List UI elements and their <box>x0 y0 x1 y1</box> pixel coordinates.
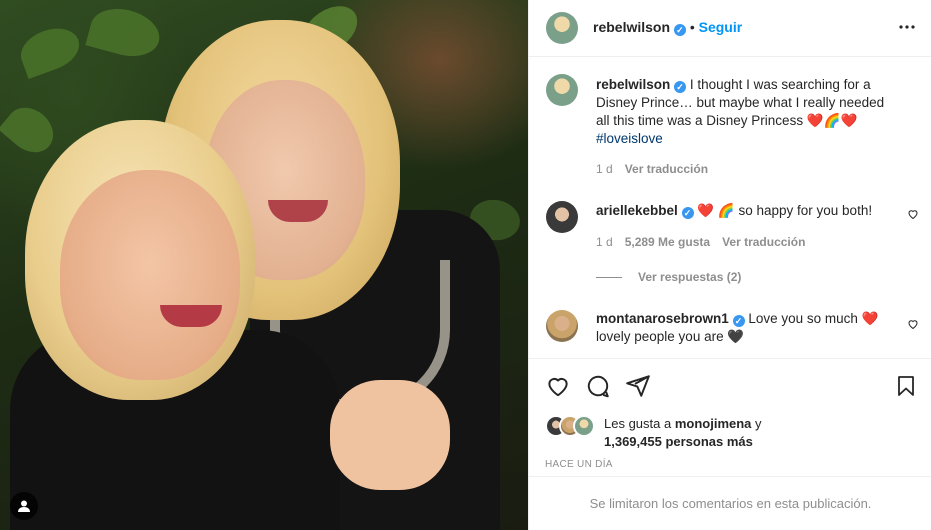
comment-emoji: ❤️ <box>861 311 879 326</box>
likes-summary: Les gusta a monojimena y 1,369,455 perso… <box>604 415 762 451</box>
caption-meta: 1 d Ver traducción <box>596 162 708 176</box>
verified-badge-icon: ✓ <box>673 24 686 36</box>
comment-text: so happy for you both! <box>738 203 873 218</box>
comment-meta: 1 d 5,289 Me gusta Ver traducción <box>596 235 805 249</box>
comment-emojis: ❤️ 🌈 <box>697 203 735 218</box>
comment-emoji: 🖤 <box>727 329 745 344</box>
avatar[interactable] <box>546 74 578 106</box>
post-timestamp[interactable]: HACE UN DÍA <box>545 459 613 470</box>
comments-section: rebelwilson ✓ I thought I was searching … <box>529 58 931 358</box>
liker-avatars[interactable] <box>545 415 603 437</box>
more-options-icon[interactable] <box>898 18 916 39</box>
post-details-panel: rebelwilson ✓ • Seguir rebelwilson ✓ I t… <box>528 0 931 530</box>
comments-limited-notice: Se limitaron los comentarios en esta pub… <box>529 476 931 530</box>
hand <box>330 380 450 490</box>
author-username[interactable]: rebelwilson <box>593 19 670 35</box>
verified-badge-icon: ✓ <box>732 315 745 327</box>
verified-badge-icon: ✓ <box>681 207 694 219</box>
post-photo[interactable] <box>0 0 528 530</box>
comment-like-heart-icon[interactable] <box>907 208 919 223</box>
comment-text: lovely people you are <box>596 329 724 344</box>
replies-divider <box>596 276 622 278</box>
caption: rebelwilson ✓ I thought I was searching … <box>596 76 896 148</box>
foliage <box>85 1 165 64</box>
hashtag-link[interactable]: #loveislove <box>596 131 663 146</box>
view-replies[interactable]: Ver respuestas (2) <box>596 270 741 284</box>
likes-count[interactable]: 1,369,455 personas más <box>604 434 753 449</box>
verified-badge-icon: ✓ <box>674 81 687 93</box>
post-header: rebelwilson ✓ • Seguir <box>529 0 931 57</box>
comment-age[interactable]: 1 d <box>596 235 613 249</box>
caption-author[interactable]: rebelwilson <box>596 77 670 92</box>
likes-prefix: Les gusta a <box>604 416 672 431</box>
likes-connector: y <box>755 416 762 431</box>
comment-icon[interactable] <box>585 373 611 402</box>
likes-first-user[interactable]: monojimena <box>675 416 752 431</box>
comment-author[interactable]: montanarosebrown1 <box>596 311 729 326</box>
caption-age[interactable]: 1 d <box>596 162 613 176</box>
foliage <box>14 20 86 80</box>
avatar[interactable] <box>546 310 578 342</box>
avatar[interactable] <box>546 201 578 233</box>
header-user-line: rebelwilson ✓ • Seguir <box>593 19 743 36</box>
comment: montanarosebrown1 ✓ Love you so much ❤️ … <box>596 310 896 346</box>
user-tag-icon[interactable] <box>10 492 38 520</box>
avatar <box>573 415 595 437</box>
share-icon[interactable] <box>625 373 651 402</box>
caption-emojis: ❤️🌈❤️ <box>806 113 858 128</box>
comment-likes[interactable]: 5,289 Me gusta <box>625 235 710 249</box>
comment-like-heart-icon[interactable] <box>907 318 919 333</box>
foliage <box>0 98 63 162</box>
translate-link[interactable]: Ver traducción <box>722 235 805 249</box>
bookmark-icon[interactable] <box>894 373 918 402</box>
view-replies-label[interactable]: Ver respuestas (2) <box>638 270 741 284</box>
heart-icon[interactable] <box>545 373 571 402</box>
follow-button[interactable]: Seguir <box>699 19 743 35</box>
person-left-face <box>60 170 240 380</box>
comment-author[interactable]: ariellekebbel <box>596 203 678 218</box>
comment: ariellekebbel ✓ ❤️ 🌈 so happy for you bo… <box>596 202 896 220</box>
translate-link[interactable]: Ver traducción <box>625 162 708 176</box>
avatar[interactable] <box>546 12 578 44</box>
post-actions: Les gusta a monojimena y 1,369,455 perso… <box>529 358 931 476</box>
comment-text: Love you so much <box>748 311 858 326</box>
